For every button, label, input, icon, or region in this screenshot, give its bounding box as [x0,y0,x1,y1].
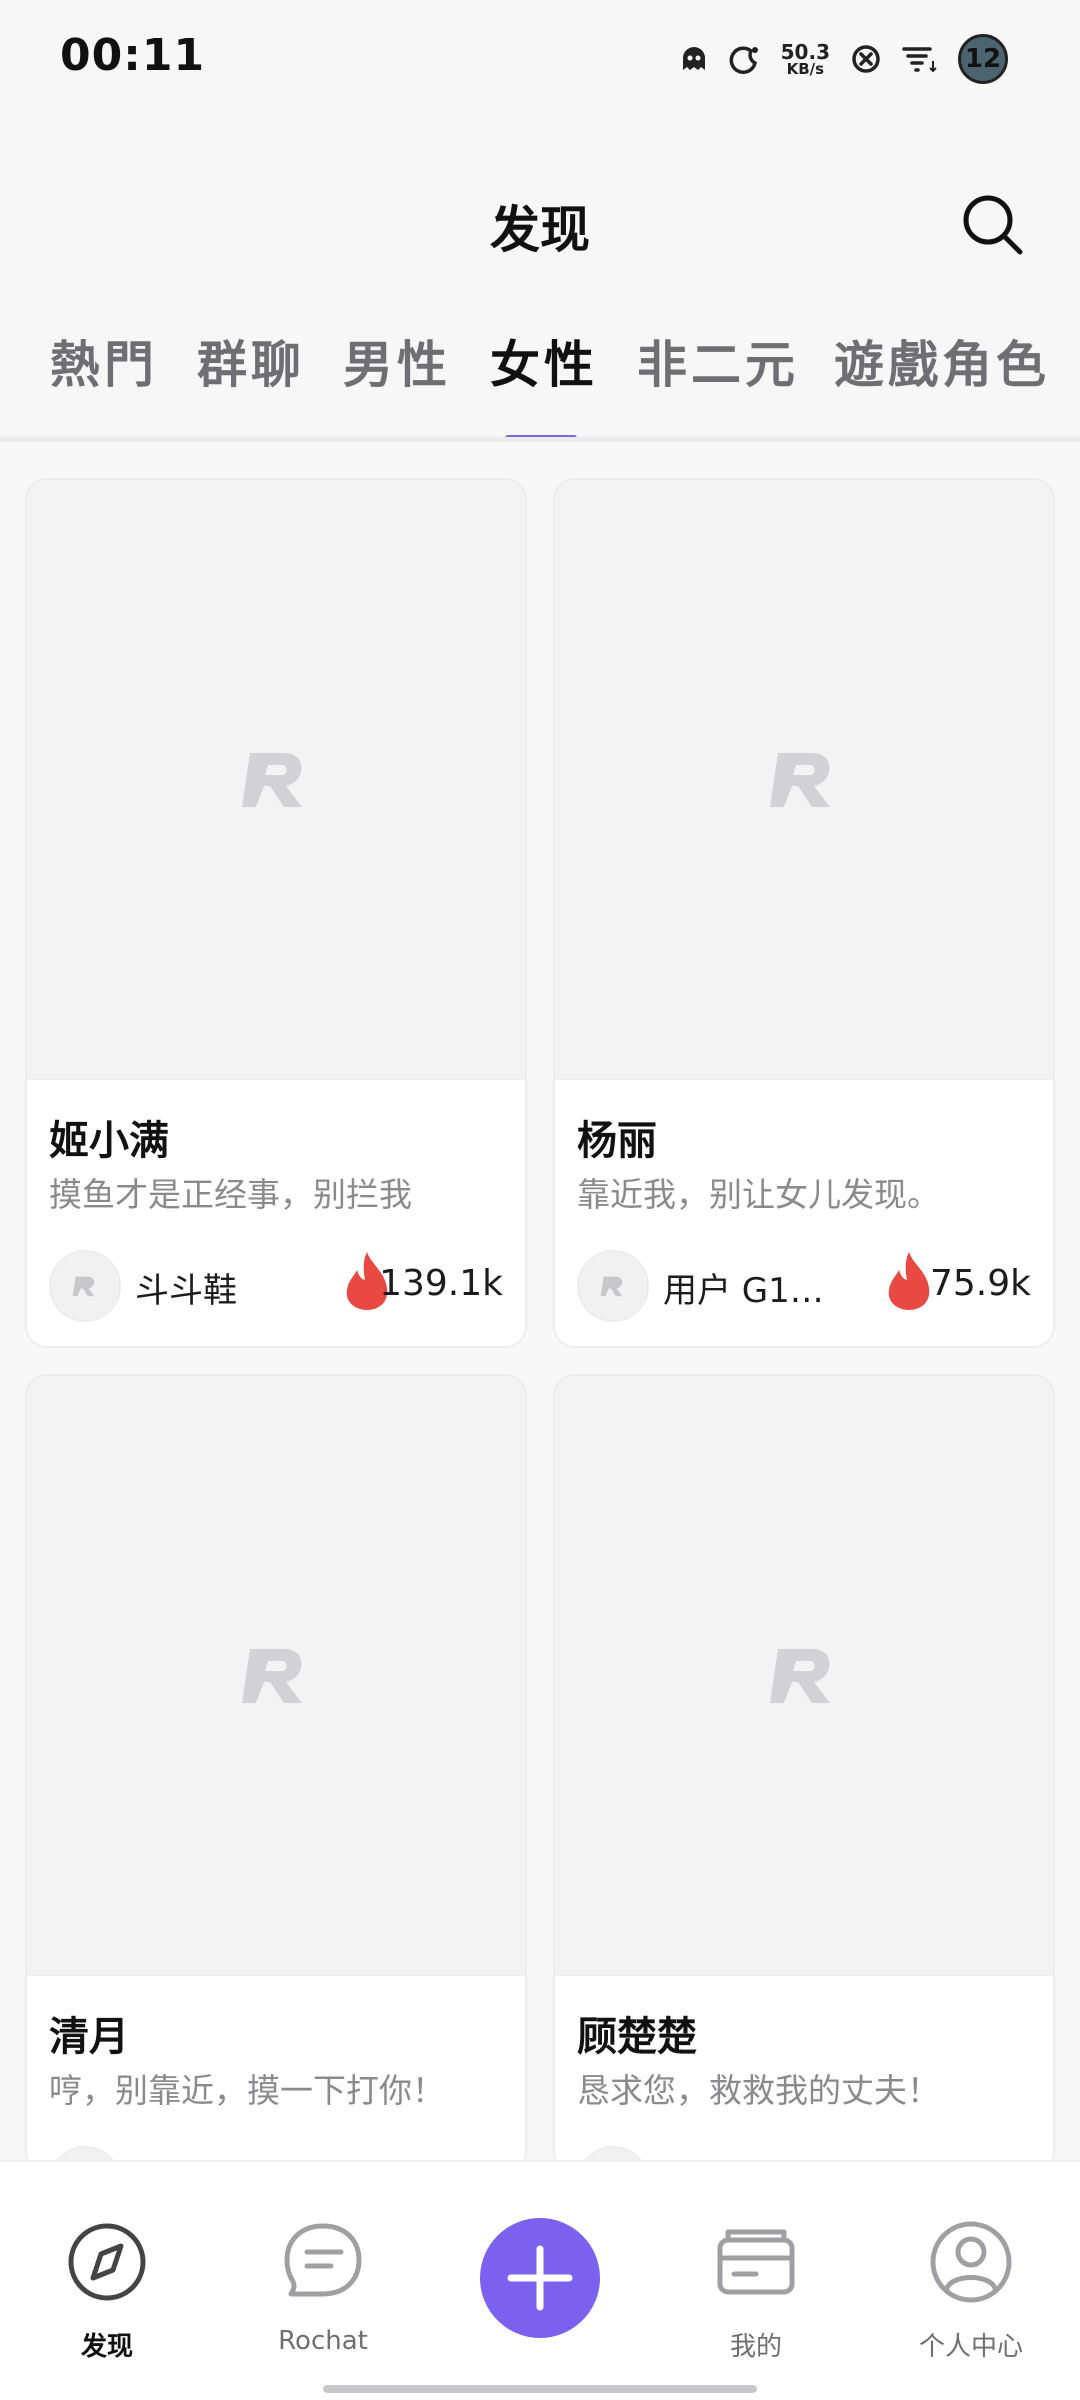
app-logo-icon [770,1649,830,1703]
card-image-placeholder [27,1376,525,1976]
card-description: 恳求您，救救我的丈夫！ [577,2071,940,2110]
card-name: 清月 [49,2014,129,2060]
author-avatar [577,1250,649,1322]
notification-badge: 12 [958,34,1008,84]
create-button[interactable] [480,2218,600,2338]
status-bar: 00:11 50.3 KB/s 12 [0,0,1080,120]
tabs-divider [0,437,1080,442]
tab-female[interactable]: 女性 [490,325,598,397]
wifi-filter-icon [902,47,937,73]
card-name: 杨丽 [577,1118,657,1164]
header: 发现 [0,170,1080,280]
page-title: 发现 [490,201,590,259]
user-profile-icon [930,2221,1012,2303]
nav-label: 发现 [80,2332,133,2362]
character-card[interactable]: 杨丽 靠近我，别让女儿发现。 用户 G1a… 75.9k [553,478,1055,1348]
network-speed-unit: KB/s [786,59,825,78]
flame-icon [888,1252,930,1310]
status-icons: 50.3 KB/s 12 [679,34,1008,84]
card-name: 姬小满 [49,1118,169,1164]
app-logo-icon [242,1649,302,1703]
moon-timer-icon [729,46,758,74]
nav-discover[interactable]: 发现 [7,2212,207,2372]
app-logo-icon [770,753,830,807]
category-tabs: 熱門 群聊 男性 女性 非二元 遊戲角色 [0,325,1080,445]
character-card[interactable]: 顾楚楚 恳求您，救救我的丈夫！ [553,1374,1055,2174]
card-image-placeholder [27,480,525,1080]
nav-label: Rochat [278,2326,368,2356]
chat-bubble-icon [284,2223,362,2297]
author-avatar [49,1250,121,1322]
status-time: 00:11 [60,30,206,81]
card-name: 顾楚楚 [577,2014,697,2060]
ghost-icon [682,47,705,70]
character-card[interactable]: 清月 哼，别靠近，摸一下打你！ [25,1374,527,2174]
close-circle-icon [852,45,880,73]
network-speed: 50.3 KB/s [781,42,830,77]
nav-label: 个人中心 [918,2332,1023,2362]
tab-group-chat[interactable]: 群聊 [197,325,305,397]
home-indicator[interactable] [323,2385,757,2393]
nav-profile[interactable]: 个人中心 [871,2212,1071,2372]
popularity-count: 75.9k [929,1263,1031,1304]
card-image-placeholder [555,1376,1053,1976]
app-logo-icon [242,753,302,807]
nav-label: 我的 [729,2332,782,2362]
search-button[interactable] [958,190,1028,260]
author-name: 斗斗鞋 [135,1271,237,1311]
app-logo-icon [72,1276,95,1297]
tab-hot[interactable]: 熱門 [50,325,158,397]
nav-mine[interactable]: 我的 [656,2212,856,2372]
nav-rochat[interactable]: Rochat [223,2212,423,2372]
card-image-placeholder [555,480,1053,1080]
compass-icon [68,2223,146,2301]
popularity-count: 139.1k [379,1263,503,1304]
tab-game-characters[interactable]: 遊戲角色 [834,325,1050,397]
network-speed-value: 50.3 [780,39,830,64]
tab-non-binary[interactable]: 非二元 [637,325,799,397]
tab-male[interactable]: 男性 [343,325,451,397]
wallet-icon [717,2229,795,2295]
author-name: 用户 G1a… [663,1271,843,1311]
plus-icon [507,2245,573,2311]
card-description: 靠近我，别让女儿发现。 [577,1175,940,1214]
card-description: 摸鱼才是正经事，别拦我 [49,1175,412,1214]
character-card[interactable]: 姬小满 摸鱼才是正经事，别拦我 斗斗鞋 139.1k [25,478,527,1348]
search-icon [963,195,1023,255]
app-logo-icon [600,1276,623,1297]
card-description: 哼，别靠近，摸一下打你！ [49,2071,445,2110]
